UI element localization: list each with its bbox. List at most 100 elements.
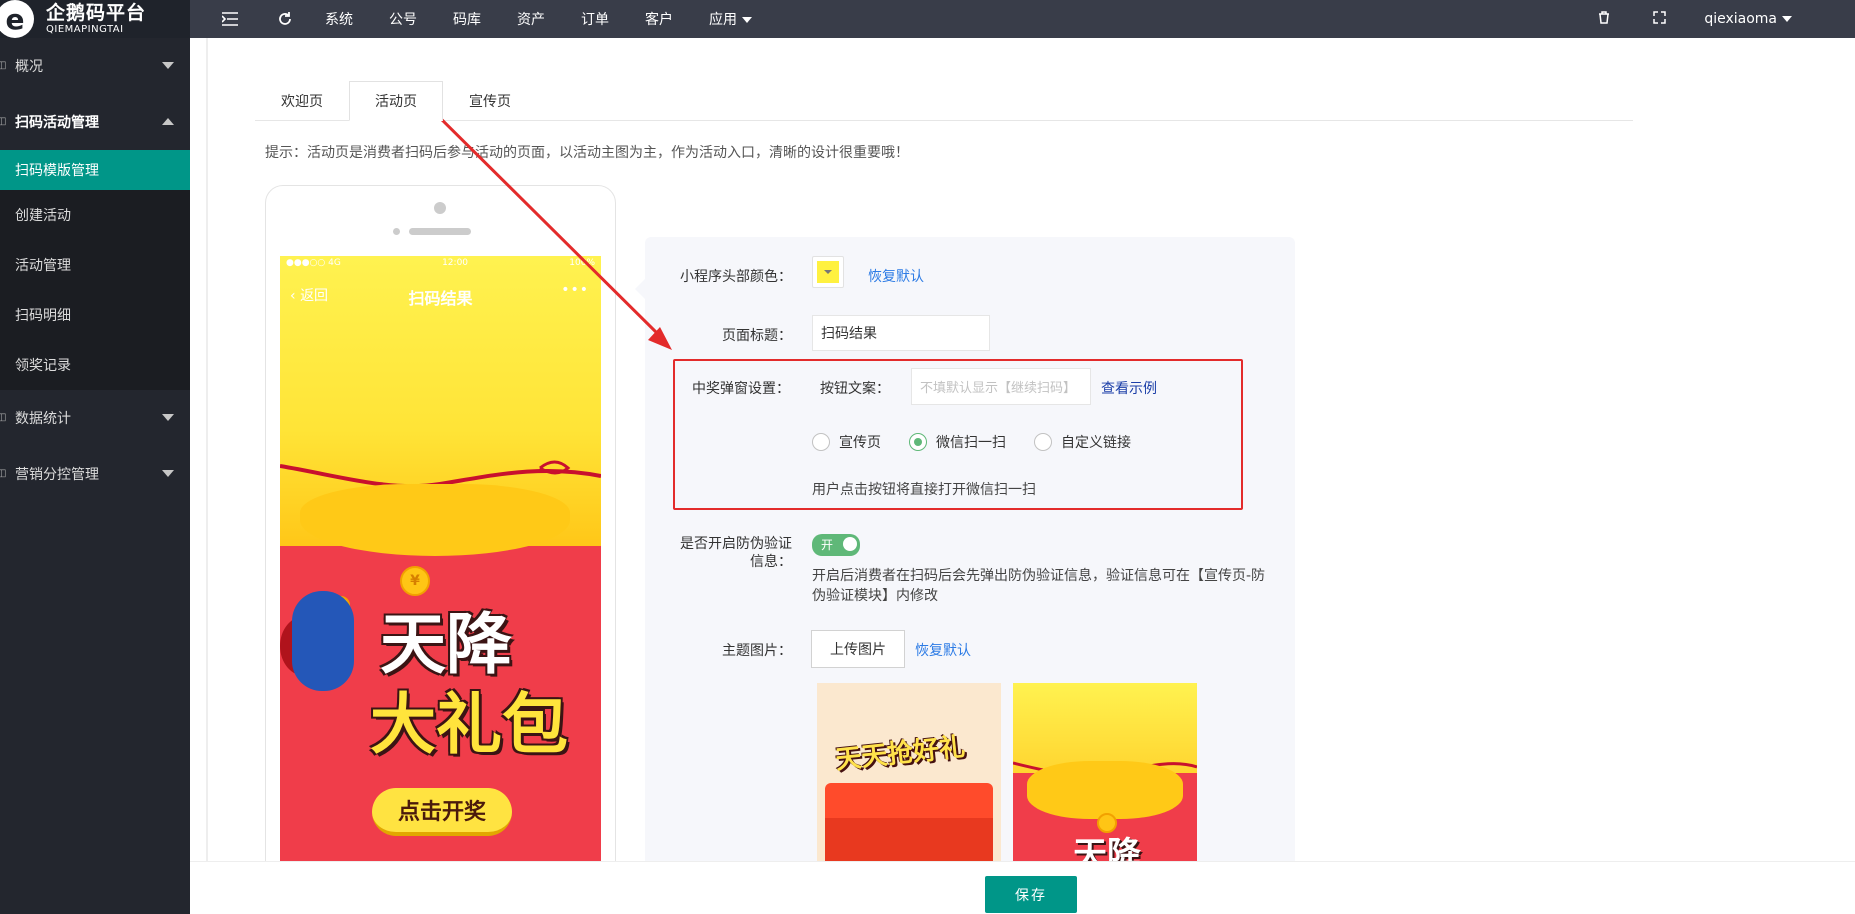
- sidebar-submenu: 扫码模版管理 创建活动 活动管理 扫码明细 领奖记录: [0, 150, 190, 390]
- chevron-down-icon: [1782, 16, 1792, 22]
- chevron-down-icon: [824, 270, 832, 274]
- fullscreen-icon[interactable]: [1649, 10, 1669, 28]
- open-prize-button[interactable]: 点击开奖: [372, 788, 512, 836]
- status-signal: ●●●○○ 4G: [286, 258, 341, 268]
- top-bar: e 企鹅码平台 QIEMAPINGTAI 系统 公号 码库 资产 订单 客户 应…: [0, 0, 1855, 38]
- sidebar-group-overview[interactable]: ◫ 概况: [0, 38, 190, 94]
- color-swatch: [817, 261, 839, 283]
- more-icon[interactable]: •••: [561, 282, 589, 298]
- view-example-link[interactable]: 查看示例: [1101, 378, 1157, 398]
- brand-name: 企鹅码平台: [46, 1, 147, 24]
- save-button[interactable]: 保存: [985, 876, 1077, 913]
- sensor-icon: [393, 228, 400, 235]
- nav-official-account[interactable]: 公号: [389, 9, 417, 29]
- radio-label: 宣传页: [839, 435, 881, 451]
- group-icon: ◫: [0, 116, 7, 127]
- envelope-body: [825, 818, 993, 863]
- page-title-input[interactable]: 扫码结果: [812, 315, 990, 351]
- chevron-down-icon: [162, 470, 174, 477]
- group-icon: ◫: [0, 412, 7, 423]
- sidebar-item-prize-records[interactable]: 领奖记录: [0, 340, 190, 390]
- refresh-icon[interactable]: [270, 4, 300, 34]
- anti-fake-label-line2: 信息：: [750, 554, 792, 570]
- tab-activity[interactable]: 活动页: [349, 81, 443, 121]
- tab-welcome[interactable]: 欢迎页: [255, 81, 349, 121]
- group-icon: ◫: [0, 60, 7, 71]
- nav-orders[interactable]: 订单: [581, 9, 609, 29]
- tab-promo[interactable]: 宣传页: [443, 81, 537, 121]
- button-action-radio-group: 宣传页 微信扫一扫 自定义链接: [812, 432, 1153, 452]
- switch-label: 开: [821, 538, 834, 552]
- anti-fake-label-line1: 是否开启防伪验证: [680, 536, 792, 552]
- thumb1-title: 天天抢好礼: [834, 732, 967, 776]
- top-right-tools: qiexiaoma: [1594, 0, 1855, 38]
- sidebar-group-marketing-control[interactable]: ◫ 营销分控管理: [0, 446, 190, 502]
- theme-image-label: 主题图片：: [722, 643, 792, 659]
- phone-screen: ●●●○○ 4G 12:00 100% ‹ 返回 扫码结果 ••• ¥ 天降 大…: [280, 256, 601, 876]
- prize-popup-label: 中奖弹窗设置：: [692, 381, 790, 397]
- bag-lip: [300, 484, 570, 556]
- trash-icon[interactable]: [1594, 10, 1614, 28]
- header-color-picker[interactable]: [812, 256, 844, 288]
- nav-assets[interactable]: 资产: [517, 9, 545, 29]
- anti-fake-switch[interactable]: 开: [812, 534, 860, 556]
- theme-thumbnail-1[interactable]: 天天抢好礼: [817, 683, 1001, 863]
- status-time: 12:00: [442, 258, 469, 268]
- nav-system[interactable]: 系统: [325, 9, 353, 29]
- switch-knob: [843, 537, 857, 551]
- menu-toggle-icon[interactable]: [215, 4, 245, 34]
- sidebar-group-label: 扫码活动管理: [15, 115, 99, 131]
- thumb2-bag-lip: [1027, 761, 1183, 819]
- nav-apps-label: 应用: [709, 12, 737, 28]
- phone-page-title: 扫码结果: [408, 289, 473, 308]
- button-text-label: 按钮文案：: [820, 381, 890, 397]
- sidebar-item-template-management[interactable]: 扫码模版管理: [0, 150, 190, 190]
- chevron-down-icon: [162, 62, 174, 69]
- radio-circle: [1034, 433, 1052, 451]
- username: qiexiaoma: [1704, 11, 1777, 27]
- header-color-label: 小程序头部颜色：: [680, 269, 792, 285]
- nav-code-library[interactable]: 码库: [453, 9, 481, 29]
- chevron-down-icon: [162, 414, 174, 421]
- nav-apps-dropdown[interactable]: 应用: [709, 9, 752, 29]
- tab-bar: 欢迎页 活动页 宣传页: [255, 81, 537, 121]
- sidebar-group-scan-activity[interactable]: ◫ 扫码活动管理: [0, 94, 190, 150]
- brand-logo[interactable]: e 企鹅码平台 QIEMAPINGTAI: [0, 0, 190, 38]
- nav-customers[interactable]: 客户: [645, 9, 673, 29]
- superhero-illustration: [292, 591, 354, 691]
- page-title-label: 页面标题：: [722, 328, 792, 344]
- tab-divider: [255, 120, 1633, 121]
- group-icon: ◫: [0, 468, 7, 479]
- theme-thumbnail-2[interactable]: 天降: [1013, 683, 1197, 863]
- radio-label: 微信扫一扫: [936, 435, 1006, 451]
- anti-fake-hint: 开启后消费者在扫码后会先弹出防伪验证信息，验证信息可在【宣传页-防 伪验证模块】…: [812, 566, 1282, 606]
- sidebar-item-scan-details[interactable]: 扫码明细: [0, 290, 190, 340]
- radio-custom-link[interactable]: 自定义链接: [1034, 432, 1131, 452]
- sidebar-group-label: 概况: [15, 59, 43, 75]
- radio-label: 自定义链接: [1061, 435, 1131, 451]
- sidebar-item-activity-management[interactable]: 活动管理: [0, 240, 190, 290]
- sidebar-item-create-activity[interactable]: 创建活动: [0, 190, 190, 240]
- page-title-value: 扫码结果: [821, 326, 877, 342]
- radio-promo-page[interactable]: 宣传页: [812, 432, 881, 452]
- radio-circle: [812, 433, 830, 451]
- anti-fake-hint-line1: 开启后消费者在扫码后会先弹出防伪验证信息，验证信息可在【宣传页-防: [812, 568, 1266, 584]
- thumb2-title: 天降: [1073, 835, 1141, 863]
- sidebar-group-data-stats[interactable]: ◫ 数据统计: [0, 390, 190, 446]
- restore-default-color-link[interactable]: 恢复默认: [868, 266, 924, 286]
- restore-default-image-link[interactable]: 恢复默认: [915, 640, 971, 660]
- sidebar-group-label: 数据统计: [15, 411, 71, 427]
- hero-headline-2: 大礼包: [370, 686, 568, 763]
- brand-name-en: QIEMAPINGTAI: [46, 23, 124, 35]
- sidebar: ◫ 概况 ◫ 扫码活动管理 扫码模版管理 创建活动 活动管理 扫码明细 领奖记录…: [0, 38, 190, 914]
- user-menu[interactable]: qiexiaoma: [1704, 11, 1792, 27]
- tip-text: 提示：活动页是消费者扫码后参与活动的页面，以活动主图为主，作为活动入口，清晰的设…: [265, 145, 909, 161]
- button-text-placeholder: 不填默认显示【继续扫码】: [920, 381, 1077, 396]
- anti-fake-hint-line2: 伪验证模块】内修改: [812, 588, 938, 604]
- chevron-down-icon: [742, 17, 752, 23]
- button-text-input[interactable]: 不填默认显示【继续扫码】: [911, 368, 1091, 405]
- radio-hint: 用户点击按钮将直接打开微信扫一扫: [812, 482, 1036, 498]
- upload-image-button[interactable]: 上传图片: [811, 630, 905, 668]
- radio-wechat-scan[interactable]: 微信扫一扫: [909, 432, 1006, 452]
- radio-circle-checked: [909, 433, 927, 451]
